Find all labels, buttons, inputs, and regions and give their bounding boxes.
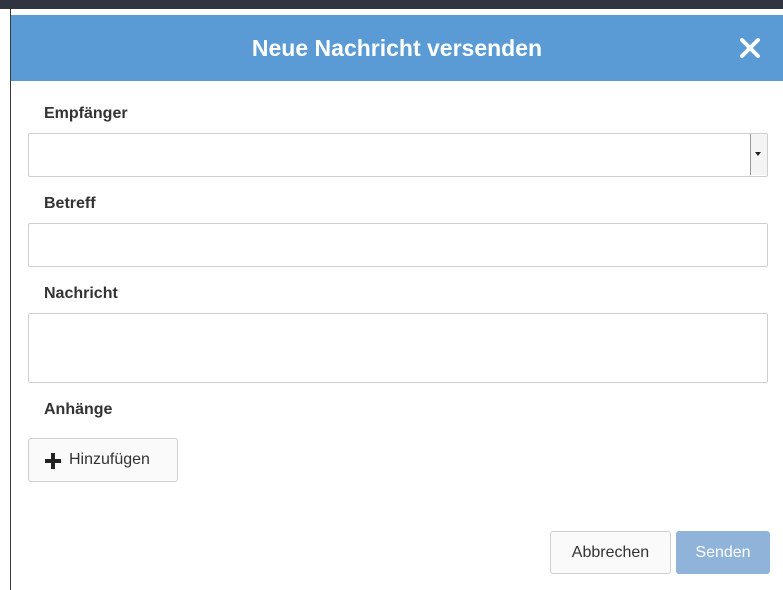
- dialog-title: Neue Nachricht versenden: [251, 35, 543, 61]
- subject-input[interactable]: [28, 223, 768, 267]
- background-app-bar: [0, 0, 783, 9]
- close-icon: [740, 38, 760, 58]
- send-button[interactable]: Senden: [676, 531, 770, 574]
- add-attachment-button[interactable]: Hinzufügen: [28, 438, 178, 482]
- close-button[interactable]: [737, 35, 763, 61]
- recipient-select[interactable]: [28, 133, 768, 177]
- plus-icon: [45, 453, 61, 469]
- caret-down-icon: [755, 152, 761, 156]
- attachments-label: Anhänge: [44, 401, 113, 418]
- message-textarea[interactable]: [28, 313, 768, 383]
- recipient-label: Empfänger: [44, 105, 128, 122]
- subject-label: Betreff: [44, 195, 96, 212]
- message-label: Nachricht: [44, 285, 118, 302]
- dialog-header: Neue Nachricht versenden: [11, 15, 783, 81]
- new-message-dialog: Neue Nachricht versenden Empfänger Betre…: [11, 15, 783, 590]
- add-attachment-label: Hinzufügen: [69, 451, 150, 468]
- dropdown-toggle[interactable]: [750, 134, 767, 175]
- cancel-button[interactable]: Abbrechen: [550, 531, 671, 574]
